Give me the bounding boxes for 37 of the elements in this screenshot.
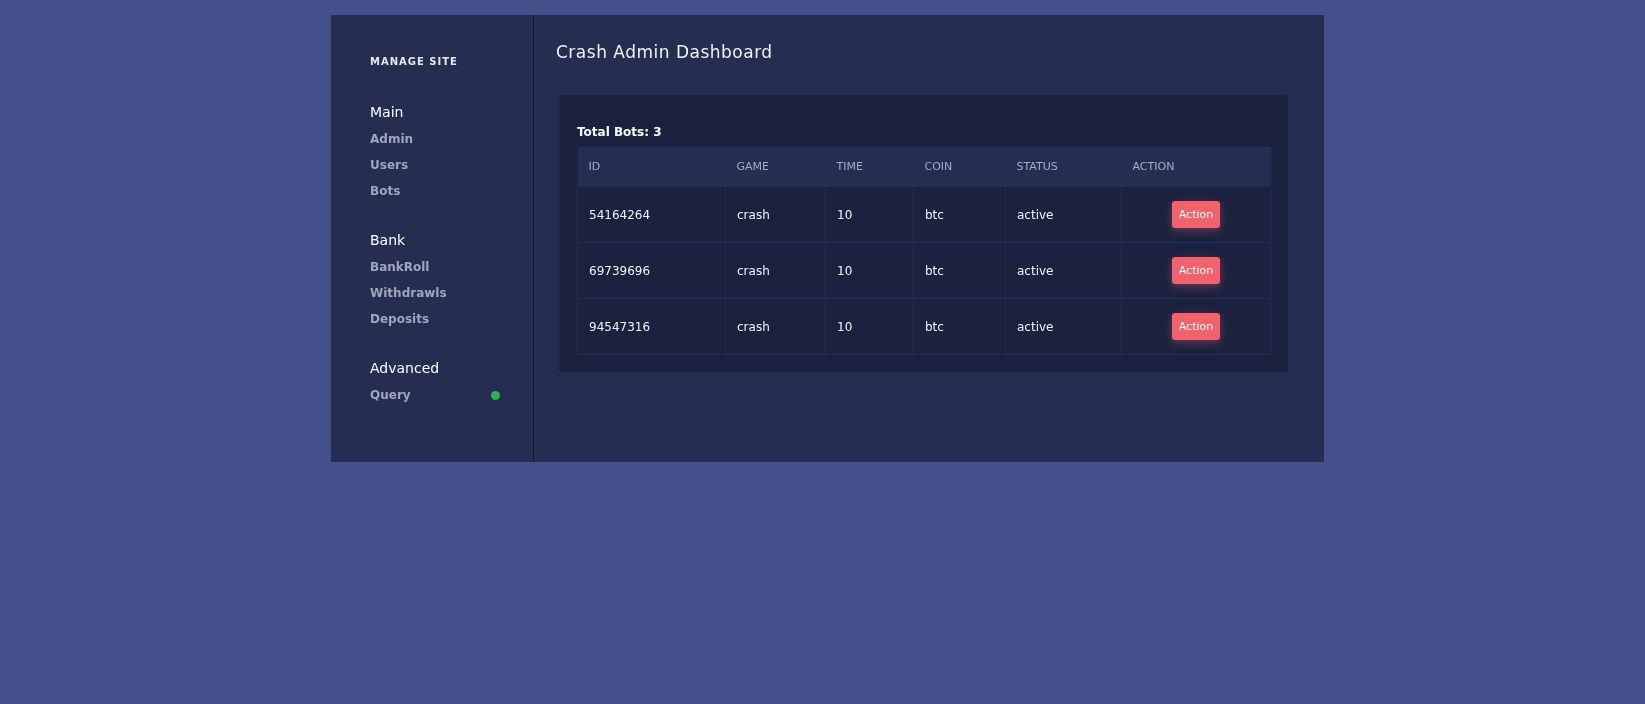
table-cell: 94547316 — [577, 298, 726, 355]
section-title: Main — [370, 104, 404, 120]
table-cell: crash — [725, 298, 826, 355]
sidebar-link[interactable]: Admin — [370, 132, 414, 146]
table-cell: 10 — [825, 298, 914, 355]
table-cell: active — [1005, 186, 1122, 243]
table-cell: crash — [725, 242, 826, 299]
table-cell: active — [1005, 242, 1122, 299]
column-header: ACTION — [1121, 147, 1271, 187]
table-cell: btc — [913, 242, 1006, 299]
table-cell: active — [1005, 298, 1122, 355]
page-title: Crash Admin Dashboard — [556, 42, 773, 62]
table-cell: 69739696 — [577, 242, 726, 299]
sidebar-link[interactable]: Deposits — [370, 312, 430, 326]
sidebar-link[interactable]: Users — [370, 158, 409, 172]
sidebar-link[interactable]: Withdrawls — [370, 286, 447, 300]
section-title: Advanced — [370, 360, 440, 376]
column-header: COIN — [913, 147, 1006, 187]
table-cell: 54164264 — [577, 186, 726, 243]
table-cell: 10 — [825, 242, 914, 299]
section-title: Bank — [370, 232, 406, 248]
action-button[interactable]: Action — [1171, 313, 1221, 340]
column-header: GAME — [725, 147, 826, 187]
column-header: TIME — [825, 147, 914, 187]
action-button[interactable]: Action — [1171, 257, 1221, 284]
sidebar-link[interactable]: BankRoll — [370, 260, 430, 274]
table-cell: crash — [725, 186, 826, 243]
column-header: ID — [577, 147, 726, 187]
table-cell: 10 — [825, 186, 914, 243]
sidebar-heading: MANAGE SITE — [370, 56, 458, 67]
sidebar-link[interactable]: Query — [370, 388, 411, 402]
sidebar-link[interactable]: Bots — [370, 184, 401, 198]
total-count: Total Bots: 3 — [577, 125, 662, 139]
table-cell: btc — [913, 298, 1006, 355]
table-cell: btc — [913, 186, 1006, 243]
column-header: STATUS — [1005, 147, 1122, 187]
action-button[interactable]: Action — [1171, 201, 1221, 228]
